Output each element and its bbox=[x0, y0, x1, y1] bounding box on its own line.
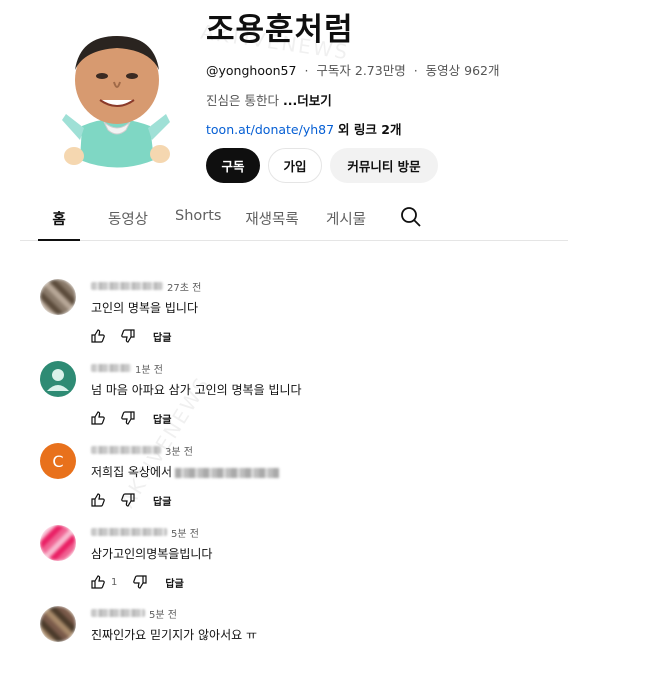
comment-actions: 답글 bbox=[91, 328, 201, 344]
tab-shorts[interactable]: Shorts bbox=[175, 196, 221, 240]
community-button[interactable]: 커뮤니티 방문 bbox=[330, 148, 438, 183]
comment-body: 5분 전 삼가고인의명복을빕니다 1 답글 bbox=[91, 525, 212, 590]
comment-time[interactable]: 3분 전 bbox=[165, 443, 193, 458]
channel-tabs: 홈 동영상 Shorts 재생목록 게시물 bbox=[20, 196, 568, 241]
comment-actions: 1 답글 bbox=[91, 574, 212, 590]
commenter-name-blurred[interactable] bbox=[91, 609, 145, 617]
comment-header: 27초 전 bbox=[91, 279, 201, 294]
commenter-name-blurred[interactable] bbox=[91, 446, 161, 454]
comment-header: 1분 전 bbox=[91, 361, 302, 376]
tab-posts[interactable]: 게시물 bbox=[324, 196, 368, 240]
comment-header: 3분 전 bbox=[91, 443, 279, 458]
search-icon[interactable] bbox=[400, 206, 422, 228]
comment-item: 1분 전 넘 마음 아파요 삼가 고인의 명복을 빕니다 답글 bbox=[40, 361, 600, 441]
dislike-icon[interactable] bbox=[121, 411, 135, 425]
default-user-icon bbox=[47, 369, 69, 391]
blurred-text bbox=[175, 467, 280, 478]
avatar-letter: C bbox=[52, 451, 64, 471]
more-link[interactable]: ...더보기 bbox=[283, 93, 332, 108]
commenter-name-blurred[interactable] bbox=[91, 528, 167, 536]
reply-button[interactable]: 답글 bbox=[153, 493, 171, 508]
comment-text: 고인의 명복을 빕니다 bbox=[91, 301, 198, 315]
video-count: 동영상 962개 bbox=[425, 63, 500, 78]
channel-info: 조용훈처럼 @yonghoon57 · 구독자 2.73만명 · 동영상 962… bbox=[206, 10, 646, 137]
commenter-avatar[interactable]: C bbox=[40, 443, 76, 479]
commenter-avatar[interactable] bbox=[40, 361, 76, 397]
comment-body: 3분 전 저희집 옥상에서 답글 bbox=[91, 443, 280, 508]
comment-text: 진짜인가요 믿기지가 않아서요 ㅠ bbox=[91, 628, 258, 642]
description-text: 진심은 통한다 bbox=[206, 93, 279, 108]
tab-home[interactable]: 홈 bbox=[38, 196, 80, 241]
reply-button[interactable]: 답글 bbox=[165, 575, 183, 590]
more-links[interactable]: 외 링크 2개 bbox=[338, 122, 401, 137]
comment-text: 저희집 옥상에서 bbox=[91, 463, 280, 479]
comment-item: C 3분 전 저희집 옥상에서 답글 bbox=[40, 443, 600, 523]
dislike-icon[interactable] bbox=[133, 575, 147, 589]
commenter-avatar[interactable] bbox=[40, 279, 76, 315]
like-icon[interactable] bbox=[91, 411, 105, 425]
commenter-name-blurred[interactable] bbox=[91, 282, 163, 290]
comment-body: 27초 전 고인의 명복을 빕니다 답글 bbox=[91, 279, 201, 344]
dislike-icon[interactable] bbox=[121, 493, 135, 507]
comment-body: 1분 전 넘 마음 아파요 삼가 고인의 명복을 빕니다 답글 bbox=[91, 361, 302, 426]
reply-button[interactable]: 답글 bbox=[153, 329, 171, 344]
meta-separator: · bbox=[304, 63, 309, 78]
channel-name: 조용훈처럼 bbox=[206, 12, 354, 48]
channel-handle: @yonghoon57 bbox=[206, 63, 297, 78]
comment-item: 27초 전 고인의 명복을 빕니다 답글 bbox=[40, 279, 600, 359]
comment-text: 넘 마음 아파요 삼가 고인의 명복을 빕니다 bbox=[91, 383, 302, 397]
subscriber-count: 구독자 2.73만명 bbox=[316, 63, 406, 78]
comment-body: 5분 전 진짜인가요 믿기지가 않아서요 ㅠ bbox=[91, 606, 257, 642]
comment-actions: 답글 bbox=[91, 410, 302, 426]
commenter-avatar[interactable] bbox=[40, 525, 76, 561]
dislike-icon[interactable] bbox=[121, 329, 135, 343]
comment-time[interactable]: 5분 전 bbox=[171, 525, 199, 540]
commenter-avatar[interactable] bbox=[40, 606, 76, 642]
like-count: 1 bbox=[111, 576, 118, 588]
comment-header: 5분 전 bbox=[91, 606, 257, 621]
channel-description: 진심은 통한다 ...더보기 bbox=[206, 90, 646, 108]
reply-button[interactable]: 답글 bbox=[153, 411, 171, 426]
comment-header: 5분 전 bbox=[91, 525, 212, 540]
donate-link[interactable]: toon.at/donate/yh87 bbox=[206, 122, 334, 137]
comment-text-visible: 저희집 옥상에서 bbox=[91, 465, 173, 479]
channel-meta: @yonghoon57 · 구독자 2.73만명 · 동영상 962개 bbox=[206, 60, 646, 78]
comment-item: 5분 전 진짜인가요 믿기지가 않아서요 ㅠ bbox=[40, 606, 600, 686]
comment-actions: 답글 bbox=[91, 492, 279, 508]
channel-avatar[interactable] bbox=[62, 30, 172, 175]
tab-videos[interactable]: 동영상 bbox=[106, 196, 150, 240]
comment-text: 삼가고인의명복을빕니다 bbox=[91, 547, 213, 561]
tab-playlists[interactable]: 재생목록 bbox=[242, 196, 302, 240]
comment-time[interactable]: 1분 전 bbox=[135, 361, 163, 376]
commenter-name-blurred[interactable] bbox=[91, 364, 131, 372]
comment-item: 5분 전 삼가고인의명복을빕니다 1 답글 bbox=[40, 525, 600, 605]
join-button[interactable]: 가입 bbox=[268, 148, 322, 183]
channel-actions: 구독 가입 커뮤니티 방문 bbox=[206, 148, 438, 183]
channel-links: toon.at/donate/yh87 외 링크 2개 bbox=[206, 119, 646, 137]
meta-separator: · bbox=[413, 63, 418, 78]
like-icon[interactable] bbox=[91, 493, 105, 507]
comment-time[interactable]: 27초 전 bbox=[167, 279, 201, 294]
subscribe-button[interactable]: 구독 bbox=[206, 148, 260, 183]
like-icon[interactable] bbox=[91, 575, 105, 589]
like-icon[interactable] bbox=[91, 329, 105, 343]
comment-time[interactable]: 5분 전 bbox=[149, 606, 177, 621]
